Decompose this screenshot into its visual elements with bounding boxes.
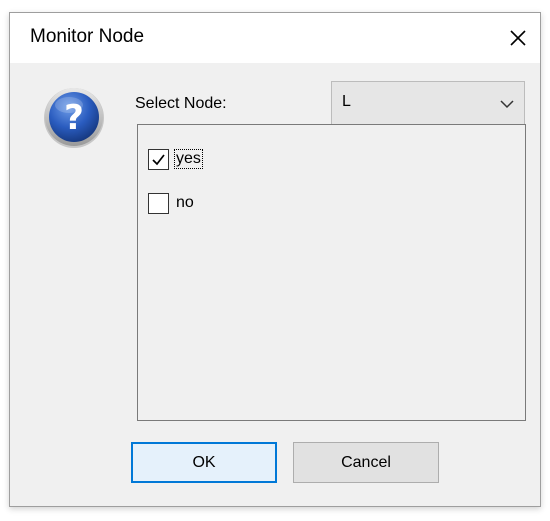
select-node-label: Select Node: [135,95,227,112]
option-no[interactable]: no [148,191,195,215]
checkmark-icon [152,153,165,165]
option-no-label: no [176,194,194,211]
option-yes-checkbox[interactable] [148,148,169,170]
node-options-list: yes no [137,124,526,421]
window-title: Monitor Node [30,26,145,47]
option-yes-label: yes [174,149,203,169]
title-bar: Monitor Node [10,13,540,63]
question-icon: ? [44,88,104,148]
node-select-value: L [342,93,351,110]
option-yes[interactable]: yes [148,147,203,171]
chevron-down-icon [500,100,514,109]
option-no-checkbox[interactable] [148,192,169,214]
node-select-dropdown[interactable]: L [331,81,525,125]
monitor-node-dialog: Monitor Node ? Select Node: L yes no OK … [9,12,541,507]
svg-text:?: ? [64,98,84,138]
close-icon [510,30,526,46]
ok-button[interactable]: OK [131,442,277,483]
cancel-button[interactable]: Cancel [293,442,439,483]
close-button[interactable] [496,13,540,63]
